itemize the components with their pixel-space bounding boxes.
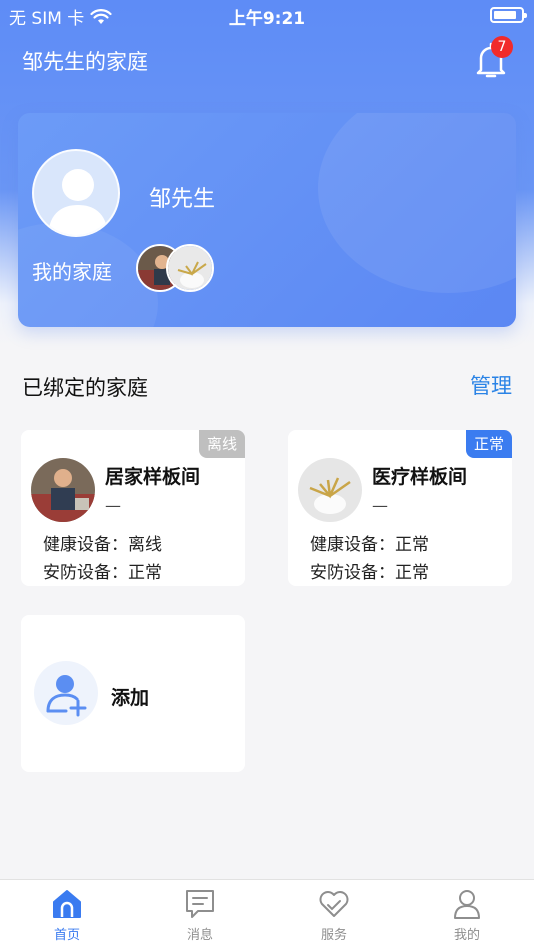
section-title: 已绑定的家庭	[22, 376, 148, 400]
status-time: 上午9:21	[228, 9, 306, 29]
family-name: 居家样板间	[105, 466, 201, 488]
user-icon	[454, 890, 480, 919]
add-user-glyph	[46, 675, 87, 717]
security-device-label: 安防设备：	[310, 563, 395, 583]
card-decoration	[318, 113, 516, 293]
tab-label: 消息	[186, 928, 213, 943]
health-device-value: 正常	[395, 535, 429, 555]
health-device-status: 健康设备：正常	[310, 530, 429, 555]
security-device-value: 正常	[128, 563, 162, 583]
page-title: 邹先生的家庭	[22, 50, 148, 74]
my-family-label: 我的家庭	[32, 260, 112, 284]
security-device-status: 安防设备：正常	[43, 558, 162, 583]
tab-label: 首页	[53, 928, 80, 943]
tab-bar: 首页 消息 服务 我的	[0, 879, 534, 950]
family-subtitle: —	[105, 496, 121, 515]
tab-messages[interactable]: 消息	[160, 880, 240, 950]
family-avatar	[31, 458, 95, 522]
family-photo-icon	[298, 458, 362, 522]
status-badge: 离线	[199, 430, 245, 458]
family-member-avatar[interactable]	[166, 244, 214, 292]
health-device-status: 健康设备：离线	[43, 530, 162, 555]
add-label: 添加	[111, 687, 150, 709]
manage-button[interactable]: 管理	[470, 370, 512, 400]
security-device-value: 正常	[395, 563, 429, 583]
family-card[interactable]: 正常 医疗样板间 — 健康设备：正常 安防设备：正常	[288, 430, 512, 586]
default-avatar-icon	[48, 169, 108, 235]
message-icon	[186, 890, 214, 918]
tab-mine[interactable]: 我的	[427, 880, 507, 950]
family-name: 医疗样板间	[372, 466, 468, 488]
status-bar: 无 SIM 卡 上午9:21	[0, 0, 534, 30]
tab-services[interactable]: 服务	[294, 880, 374, 950]
tab-label: 服务	[320, 928, 347, 943]
avatar[interactable]	[32, 149, 120, 237]
battery-icon	[490, 7, 527, 23]
heart-icon	[319, 891, 349, 917]
security-device-status: 安防设备：正常	[310, 558, 429, 583]
family-card[interactable]: 离线 居家样板间 — 健康设备：离线 安防设备：正常	[21, 430, 245, 586]
tab-label: 我的	[453, 928, 480, 943]
battery-fill	[494, 11, 516, 19]
family-avatar	[298, 458, 362, 522]
tab-home[interactable]: 首页	[27, 880, 107, 950]
notification-badge: 7	[491, 36, 513, 58]
health-device-label: 健康设备：	[43, 535, 128, 555]
profile-name: 邹先生	[149, 187, 216, 212]
add-family-button[interactable]: 添加	[21, 615, 245, 772]
security-device-label: 安防设备：	[43, 563, 128, 583]
status-badge: 正常	[466, 430, 512, 458]
family-photo-icon	[31, 458, 95, 522]
home-icon	[53, 890, 81, 918]
health-device-label: 健康设备：	[310, 535, 395, 555]
family-subtitle: —	[372, 496, 388, 515]
add-user-icon	[34, 661, 98, 725]
member-photo-icon	[168, 246, 212, 290]
health-device-value: 离线	[128, 535, 162, 555]
profile-card[interactable]: 邹先生 我的家庭	[18, 113, 516, 327]
